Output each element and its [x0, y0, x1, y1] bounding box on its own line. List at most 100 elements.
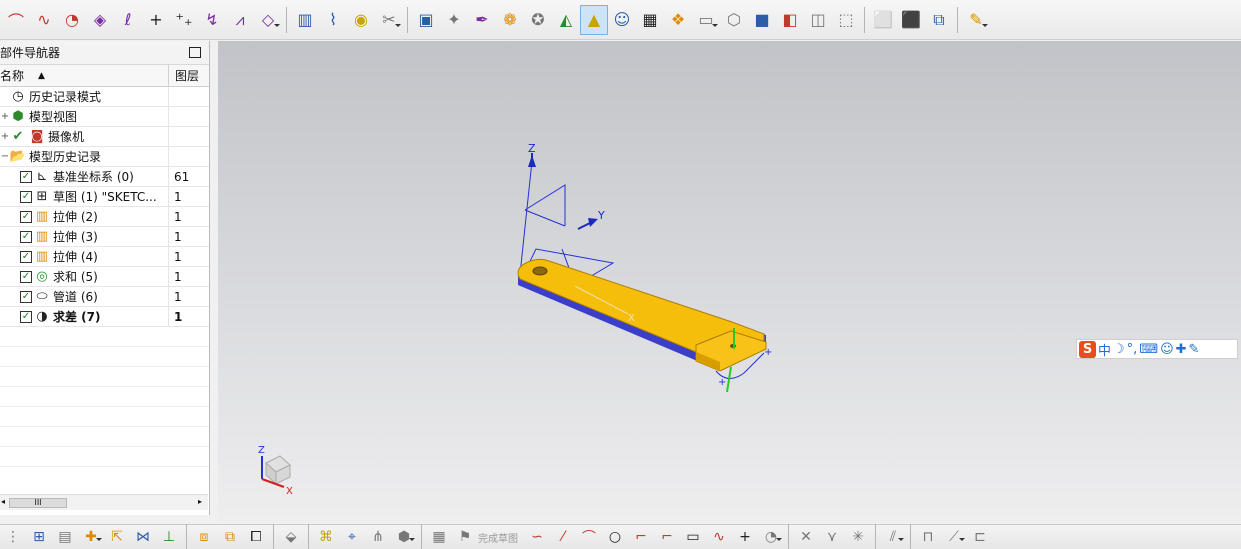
screen-icon[interactable]: ▭: [692, 5, 720, 35]
auto-constrain-icon[interactable]: ⊏: [967, 525, 993, 549]
link-icon[interactable]: ⧠: [243, 525, 269, 549]
scroll-thumb[interactable]: III: [9, 498, 67, 508]
visibility-checkbox[interactable]: ✓: [20, 230, 32, 243]
column-name-header[interactable]: 名称 ▲: [0, 65, 169, 86]
maximize-icon[interactable]: [189, 47, 201, 58]
datum-icon[interactable]: ◇: [254, 5, 282, 35]
person-icon[interactable]: ☺: [1160, 342, 1174, 357]
scene-icon[interactable]: ▦: [636, 5, 664, 35]
polyline-icon[interactable]: ∿: [706, 525, 732, 549]
tree-row-model-history[interactable]: − 📂 模型历史记录: [0, 146, 209, 167]
camera-icon[interactable]: ▣: [412, 5, 440, 35]
wave-link-icon[interactable]: ⬙: [278, 525, 304, 549]
visibility-checkbox[interactable]: ✓: [20, 290, 32, 303]
visibility-checkbox[interactable]: ✓: [20, 250, 32, 263]
tool-icon[interactable]: ✂: [375, 5, 403, 35]
box-icon[interactable]: ■: [748, 5, 776, 35]
plane-icon[interactable]: ◈: [86, 5, 114, 35]
cylinder-icon[interactable]: ▥: [291, 5, 319, 35]
bulb-icon[interactable]: ▲: [580, 4, 608, 35]
ime-mode-toggle[interactable]: 中: [1098, 340, 1111, 359]
visibility-checkbox[interactable]: ✓: [20, 270, 32, 283]
curve-icon[interactable]: ℓ: [114, 5, 142, 35]
render-icon[interactable]: ◧: [776, 5, 804, 35]
tree-row-feature[interactable]: ✓ ◎ 求和 (5) 1: [0, 266, 209, 287]
move-component-icon[interactable]: ⇱: [104, 525, 130, 549]
mirror-icon[interactable]: ⫽: [880, 525, 906, 549]
tree-row-feature[interactable]: ✓ ⬭ 管道 (6) 1: [0, 286, 209, 307]
view-triad[interactable]: Z X: [258, 445, 293, 497]
sogou-logo-icon[interactable]: S: [1079, 340, 1096, 358]
export-icon[interactable]: ⧉: [925, 5, 953, 35]
offset-icon[interactable]: ↯: [198, 5, 226, 35]
dimension-icon[interactable]: ⊓: [915, 525, 941, 549]
measure-icon[interactable]: ✦: [440, 5, 468, 35]
weld-icon[interactable]: ⌘: [313, 525, 339, 549]
model-canvas[interactable]: Z Y X + + Z X: [218, 41, 1241, 523]
expand-icon[interactable]: +: [0, 131, 10, 142]
offset-curve-icon[interactable]: ◔: [758, 525, 784, 549]
tree-row-feature[interactable]: ✓ ▥ 拉伸 (3) 1: [0, 226, 209, 247]
horizontal-scrollbar[interactable]: ◂ III ▸: [0, 494, 208, 510]
paint-icon[interactable]: ✒: [468, 5, 496, 35]
tree-row-feature[interactable]: ✓ ⊞ 草图 (1) "SKETC... 1: [0, 186, 209, 207]
edit-icon[interactable]: ✎: [962, 5, 990, 35]
scroll-left-icon[interactable]: ◂: [1, 497, 5, 506]
frame-icon[interactable]: ⬜: [869, 5, 897, 35]
spline-icon[interactable]: ∿: [30, 5, 58, 35]
point-icon[interactable]: +: [732, 525, 758, 549]
assembly-icon[interactable]: ⊞: [26, 525, 52, 549]
tree-row-cameras[interactable]: + ✔ ◙ 摄像机: [0, 126, 209, 147]
profile-icon[interactable]: ∽: [524, 525, 550, 549]
outline-icon[interactable]: ⬚: [832, 5, 860, 35]
finish-flag-icon[interactable]: ⚑: [452, 525, 478, 549]
points-icon[interactable]: ⁺₊: [170, 5, 198, 35]
corner-icon[interactable]: ✳: [845, 525, 871, 549]
expand-icon[interactable]: +: [0, 111, 10, 122]
sequence-icon[interactable]: ⧉: [217, 525, 243, 549]
extend-icon[interactable]: ⋎: [819, 525, 845, 549]
visibility-checkbox[interactable]: ✓: [20, 210, 32, 223]
circle-icon[interactable]: ○: [602, 525, 628, 549]
constraint-icon[interactable]: ⋈: [130, 525, 156, 549]
tree-row-history-mode[interactable]: ◷ 历史记录模式: [0, 86, 209, 107]
route-icon[interactable]: ⌖: [339, 525, 365, 549]
ime-status-bar[interactable]: S 中 ☽ °, ⌨ ☺ ✚ ✎: [1076, 339, 1238, 359]
wire-icon[interactable]: ◫: [804, 5, 832, 35]
tree-row-feature[interactable]: ✓ ◑ 求差 (7) 1: [0, 306, 209, 327]
trim-icon[interactable]: ✕: [793, 525, 819, 549]
sketch-icon[interactable]: ▦: [426, 525, 452, 549]
part-model[interactable]: X + +: [517, 258, 772, 393]
tree-row-feature[interactable]: ✓ ▥ 拉伸 (4) 1: [0, 246, 209, 267]
chamfer-icon[interactable]: ⌐: [654, 525, 680, 549]
material-icon[interactable]: ❖: [664, 5, 692, 35]
keyboard-icon[interactable]: ⌨: [1139, 342, 1158, 357]
tree-row-feature[interactable]: ✓ ⊾ 基准坐标系 (0) 61: [0, 166, 209, 187]
spring-icon[interactable]: ⌇: [319, 5, 347, 35]
rectangle-icon[interactable]: ▭: [680, 525, 706, 549]
moon-icon[interactable]: ☽: [1113, 342, 1125, 357]
cube-icon[interactable]: ⬡: [720, 5, 748, 35]
line-icon[interactable]: ⁄: [550, 525, 576, 549]
component-icon[interactable]: ▤: [52, 525, 78, 549]
fillet-icon[interactable]: ⌐: [628, 525, 654, 549]
arc-icon[interactable]: ⌒: [576, 525, 602, 549]
finish-sketch-button[interactable]: 完成草图: [478, 530, 518, 545]
rib-icon[interactable]: ⩘: [226, 5, 254, 35]
graphics-viewport[interactable]: Z Y X + + Z X: [218, 41, 1241, 523]
scroll-right-icon[interactable]: ▸: [198, 497, 202, 506]
person-icon[interactable]: ☺: [608, 5, 636, 35]
collapse-icon[interactable]: −: [0, 151, 10, 162]
part-family-icon[interactable]: ⬢: [391, 525, 417, 549]
shape-icon[interactable]: ◔: [58, 5, 86, 35]
shirt-icon[interactable]: ✚: [1176, 342, 1187, 357]
mate-icon[interactable]: ⊥: [156, 525, 182, 549]
gear-icon[interactable]: ◉: [347, 5, 375, 35]
tree-row-feature[interactable]: ✓ ▥ 拉伸 (2) 1: [0, 206, 209, 227]
wrench-icon[interactable]: ✎: [1189, 342, 1200, 357]
explode-icon[interactable]: ⧈: [191, 525, 217, 549]
punctuation-icon[interactable]: °,: [1127, 342, 1138, 357]
plus-icon[interactable]: +: [142, 5, 170, 35]
color-icon[interactable]: ❁: [496, 5, 524, 35]
column-layer-header[interactable]: 图层: [169, 65, 209, 86]
